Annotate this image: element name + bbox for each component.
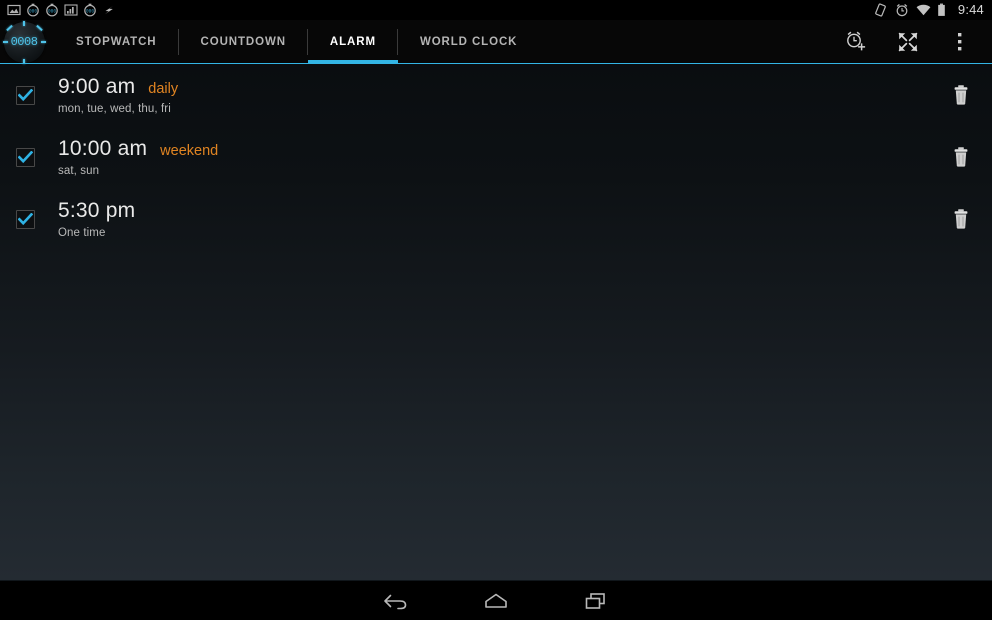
trash-icon (951, 84, 971, 106)
action-bar-accent-line (0, 63, 992, 64)
clock-app-screen: 000 000 000 9:44 0008 STOPWATCH COUNTDOW… (0, 0, 992, 620)
tab-stopwatch-label: STOPWATCH (76, 36, 157, 48)
trash-icon (951, 146, 971, 168)
tab-countdown[interactable]: COUNTDOWN (179, 20, 308, 64)
alarm-primary-line: 10:00 am weekend (58, 137, 930, 161)
battery-icon (937, 3, 951, 17)
tab-alarm[interactable]: ALARM (307, 20, 398, 64)
alarm-time: 10:00 am (58, 136, 148, 160)
logo-tick-right (40, 41, 46, 43)
alarm-set-icon (895, 3, 909, 17)
system-navigation-bar (0, 580, 992, 620)
checkbox-box (15, 147, 35, 167)
alarm-primary-line: 9:00 am daily (58, 75, 930, 99)
tab-bar: STOPWATCH COUNTDOWN ALARM WORLD CLOCK (54, 20, 539, 64)
wifi-icon (916, 3, 931, 17)
stopwatch-icon: 000 (83, 3, 97, 17)
fullscreen-button[interactable] (882, 20, 934, 64)
logo-tick-left (2, 41, 8, 43)
alarm-label: daily (148, 80, 179, 97)
tab-world-clock-label: WORLD CLOCK (419, 36, 518, 48)
alarm-list-item[interactable]: 10:00 am weekend sat, sun (0, 126, 992, 188)
tab-stopwatch[interactable]: STOPWATCH (54, 20, 179, 64)
delete-alarm-button[interactable] (930, 64, 992, 126)
alarm-list: 9:00 am daily mon, tue, wed, thu, fri 10… (0, 64, 992, 250)
alarm-list-item[interactable]: 5:30 pm One time (0, 188, 992, 250)
svg-text:000: 000 (29, 8, 37, 14)
stopwatch-icon: 000 (26, 3, 40, 17)
alarm-repeat-days: mon, tue, wed, thu, fri (58, 102, 171, 115)
status-notification-icons: 000 000 000 (0, 3, 116, 17)
alarm-enabled-checkbox[interactable] (12, 206, 38, 232)
signal-bars-icon (64, 3, 78, 17)
logo-tick-top (23, 20, 25, 26)
more-vertical-icon (957, 31, 963, 53)
logo-tick-top-right (35, 24, 43, 31)
stopwatch-icon: 000 (45, 3, 59, 17)
tab-world-clock[interactable]: WORLD CLOCK (398, 20, 539, 64)
alarm-details: 9:00 am daily mon, tue, wed, thu, fri (58, 75, 930, 116)
nav-back-button[interactable] (346, 581, 446, 620)
action-bar-actions (830, 20, 992, 64)
rotation-lock-icon (874, 3, 888, 17)
alarm-time: 9:00 am (58, 74, 136, 98)
status-system-icons: 9:44 (874, 3, 992, 17)
alarm-content: 9:00 am daily mon, tue, wed, thu, fri 10… (0, 64, 992, 580)
tab-countdown-label: COUNTDOWN (200, 36, 286, 48)
overflow-menu-button[interactable] (934, 20, 986, 64)
alarm-primary-line: 5:30 pm (58, 199, 930, 223)
logo-digits: 0008 (10, 35, 38, 49)
check-icon (17, 150, 33, 164)
alarm-list-item[interactable]: 9:00 am daily mon, tue, wed, thu, fri (0, 64, 992, 126)
alarm-repeat-days: sat, sun (58, 164, 100, 177)
tab-alarm-label: ALARM (329, 36, 376, 48)
nav-recents-button[interactable] (546, 581, 646, 620)
back-arrow-icon (381, 589, 411, 613)
charging-bolt-icon (102, 3, 116, 17)
checkbox-box (15, 209, 35, 229)
alarm-add-icon (843, 29, 869, 55)
add-alarm-button[interactable] (830, 20, 882, 64)
alarm-time: 5:30 pm (58, 198, 136, 222)
svg-text:000: 000 (48, 8, 56, 14)
screenshot-icon (7, 3, 21, 17)
stopwatch-app-logo: 0008 (2, 20, 46, 64)
trash-icon (951, 208, 971, 230)
check-icon (17, 88, 33, 102)
delete-alarm-button[interactable] (930, 188, 992, 250)
alarm-label: weekend (160, 142, 219, 159)
home-icon (481, 589, 511, 613)
expand-arrows-icon (896, 30, 920, 54)
alarm-repeat-days: One time (58, 226, 106, 239)
app-logo[interactable]: 0008 (0, 20, 48, 64)
checkbox-box (15, 85, 35, 105)
svg-text:000: 000 (86, 8, 94, 14)
alarm-enabled-checkbox[interactable] (12, 82, 38, 108)
status-bar-clock: 9:44 (957, 2, 984, 17)
recents-icon (581, 589, 611, 613)
status-bar: 000 000 000 9:44 (0, 0, 992, 20)
alarm-details: 10:00 am weekend sat, sun (58, 137, 930, 178)
check-icon (17, 212, 33, 226)
alarm-details: 5:30 pm One time (58, 199, 930, 240)
delete-alarm-button[interactable] (930, 126, 992, 188)
logo-tick-top-left (5, 24, 13, 31)
alarm-enabled-checkbox[interactable] (12, 144, 38, 170)
nav-home-button[interactable] (446, 581, 546, 620)
action-bar: 0008 STOPWATCH COUNTDOWN ALARM WORLD CLO… (0, 20, 992, 64)
